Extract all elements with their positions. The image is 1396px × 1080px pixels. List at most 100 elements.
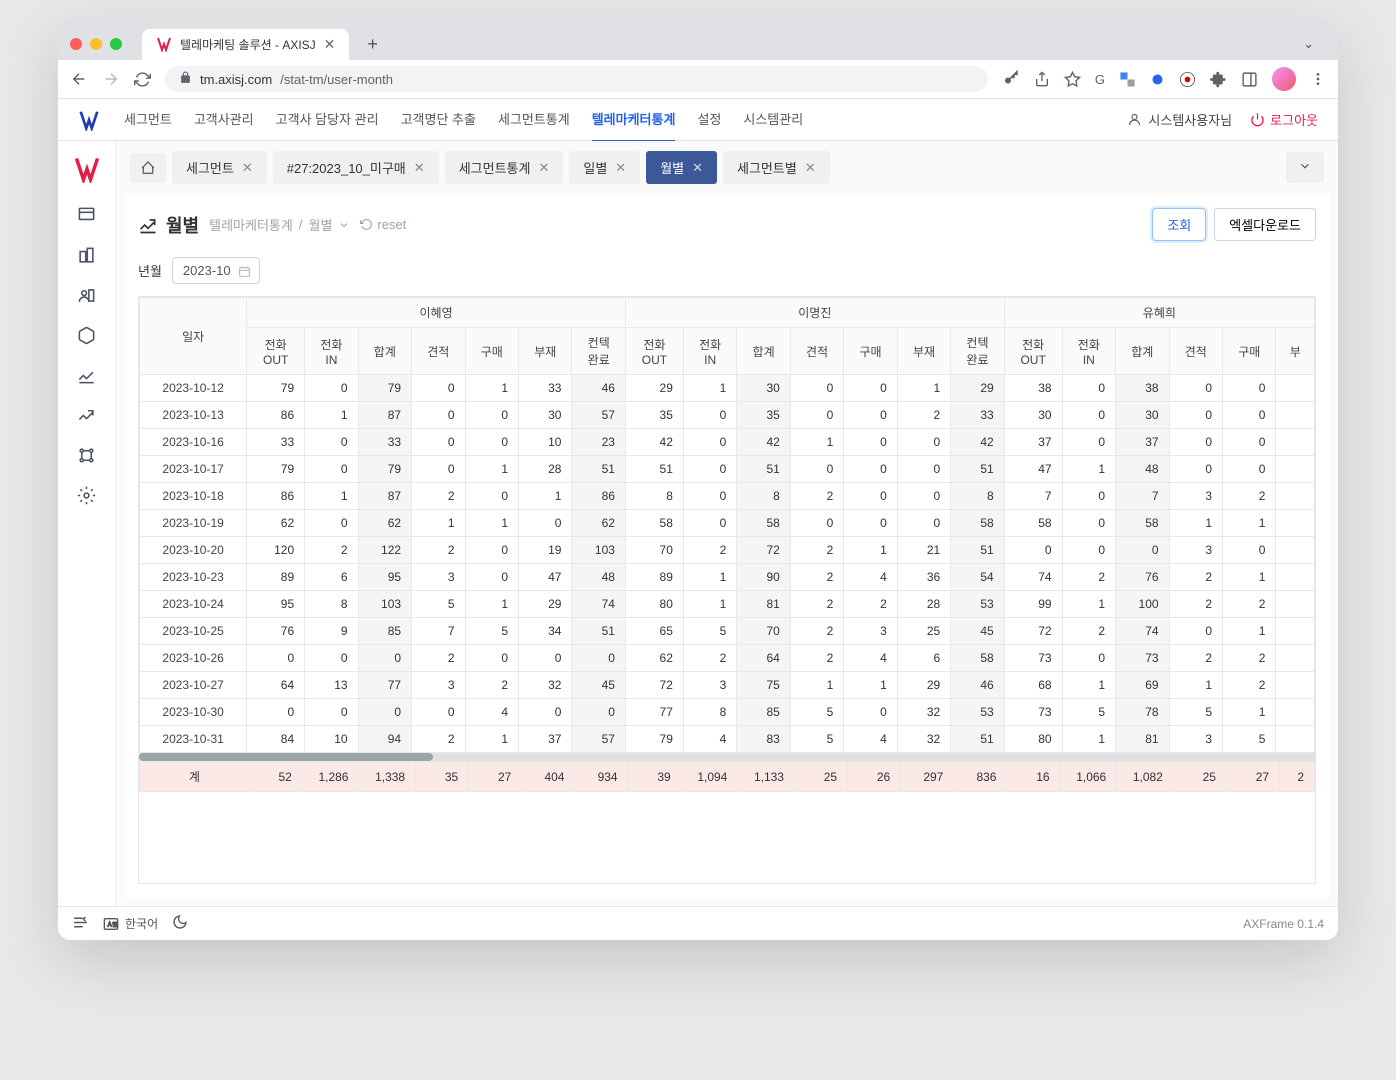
cell: 30 [519, 402, 572, 429]
profile-avatar[interactable] [1272, 67, 1296, 91]
cell: 1 [1169, 510, 1222, 537]
horizontal-scrollbar[interactable] [139, 753, 1315, 761]
nav-item-7[interactable]: 시스템관리 [743, 97, 803, 142]
table-row[interactable]: 2023-10-127907901334629130001293803800 [140, 375, 1315, 402]
table-row[interactable]: 2023-10-2389695304748891902436547427621 [140, 564, 1315, 591]
collapse-sidebar-button[interactable] [72, 914, 89, 934]
cell: 51 [625, 456, 683, 483]
cell: 2 [844, 591, 897, 618]
google-icon[interactable]: G [1095, 72, 1105, 87]
reload-button[interactable] [134, 71, 151, 88]
nav-item-2[interactable]: 고객사 담당자 관리 [276, 97, 379, 142]
sub-header: 전화 IN [305, 328, 358, 375]
sidebar-stats-icon[interactable] [69, 357, 105, 393]
extensions-icon[interactable] [1210, 71, 1227, 88]
worktab-0[interactable]: 세그먼트✕ [172, 151, 267, 184]
table-row[interactable]: 2023-10-26000200062264246587307322 [140, 645, 1315, 672]
worktab-1[interactable]: #27:2023_10_미구매✕ [273, 151, 439, 184]
table-row[interactable]: 2023-10-31841094213757794835432518018135 [140, 726, 1315, 753]
sidepanel-icon[interactable] [1241, 71, 1258, 88]
theme-toggle[interactable] [172, 914, 188, 933]
month-picker[interactable]: 2023-10 [172, 257, 260, 284]
sidebar-company-icon[interactable] [69, 237, 105, 273]
cell: 0 [683, 510, 736, 537]
close-icon[interactable]: ✕ [805, 160, 816, 176]
cell: 47 [1004, 456, 1062, 483]
worktab-3[interactable]: 일별✕ [569, 151, 640, 184]
cell: 0 [358, 699, 411, 726]
reset-button[interactable]: reset [360, 217, 406, 232]
cell: 47 [519, 564, 572, 591]
sidebar-tm-stats-icon[interactable] [69, 397, 105, 433]
user-info[interactable]: 시스템사용자님 [1127, 110, 1232, 129]
cell: 42 [737, 429, 790, 456]
table-row[interactable]: 2023-10-177907901285151051000514714800 [140, 456, 1315, 483]
table-row[interactable]: 2023-10-27641377323245723751129466816912 [140, 672, 1315, 699]
browser-menu-icon[interactable] [1310, 71, 1326, 87]
close-icon[interactable]: ✕ [615, 160, 626, 176]
share-icon[interactable] [1034, 71, 1050, 87]
cell: 2 [412, 726, 465, 753]
worktab-5[interactable]: 세그먼트별✕ [723, 151, 830, 184]
back-button[interactable] [70, 70, 88, 88]
new-tab-button[interactable]: + [357, 30, 388, 59]
address-bar[interactable]: tm.axisj.com/stat-tm/user-month [165, 66, 988, 92]
sidebar-settings-icon[interactable] [69, 437, 105, 473]
translate-icon[interactable] [1119, 71, 1136, 88]
language-icon: A한 [103, 916, 119, 932]
worktab-4[interactable]: 월별✕ [646, 151, 717, 184]
data-table[interactable]: 일자이혜영이명진유혜희전화 OUT전화 IN합계견적구매부재컨텍 완료전화 OU… [138, 296, 1316, 884]
close-icon[interactable]: ✕ [414, 160, 425, 176]
table-row[interactable]: 2023-10-300000400778855032537357851 [140, 699, 1315, 726]
sub-header: 전화 OUT [247, 328, 305, 375]
nav-item-1[interactable]: 고객사관리 [194, 97, 254, 142]
nav-item-5[interactable]: 텔레마케터통계 [592, 97, 676, 142]
tabs-menu-button[interactable]: ⌄ [1291, 32, 1326, 56]
table-row[interactable]: 2023-10-2576985753451655702325457227401 [140, 618, 1315, 645]
bookmark-icon[interactable] [1064, 71, 1081, 88]
query-button[interactable]: 조회 [1152, 208, 1206, 241]
cell: 35 [625, 402, 683, 429]
table-row[interactable]: 2023-10-188618720186808200870732 [140, 483, 1315, 510]
sidebar-system-icon[interactable] [69, 477, 105, 513]
close-icon[interactable]: ✕ [538, 160, 549, 176]
logout-button[interactable]: 로그아웃 [1250, 110, 1318, 129]
table-row[interactable]: 2023-10-24958103512974801812228539911002… [140, 591, 1315, 618]
nav-item-4[interactable]: 세그먼트통계 [498, 97, 570, 142]
nav-item-0[interactable]: 세그먼트 [124, 97, 172, 142]
cell: 0 [465, 402, 518, 429]
sidebar-extract-icon[interactable] [69, 317, 105, 353]
cell: 81 [737, 591, 790, 618]
sidebar-contacts-icon[interactable] [69, 277, 105, 313]
browser-tab[interactable]: 텔레마케팅 솔루션 - AXISJ ✕ [142, 29, 349, 60]
table-row[interactable]: 2023-10-20120212220191037027221215100030 [140, 537, 1315, 564]
table-row[interactable]: 2023-10-163303300102342042100423703700 [140, 429, 1315, 456]
window-controls[interactable] [70, 38, 122, 50]
table-row[interactable]: 2023-10-19620621106258058000585805811 [140, 510, 1315, 537]
cell: 42 [951, 429, 1004, 456]
close-icon[interactable]: ✕ [324, 36, 336, 53]
total-cell: 297 [901, 762, 954, 792]
language-switcher[interactable]: A한 한국어 [103, 915, 158, 932]
table-row[interactable]: 2023-10-138618700305735035002333003000 [140, 402, 1315, 429]
chevron-down-icon[interactable] [338, 219, 350, 231]
ext-icon-2[interactable] [1179, 71, 1196, 88]
breadcrumb-current[interactable]: 월별 [308, 215, 332, 234]
key-icon[interactable] [1002, 70, 1020, 88]
sidebar-segment-icon[interactable] [69, 197, 105, 233]
tabs-more-button[interactable] [1286, 152, 1324, 183]
group-2: 이명진 [625, 298, 1004, 328]
nav-item-6[interactable]: 설정 [697, 97, 721, 142]
close-icon[interactable]: ✕ [692, 160, 703, 176]
cell: 78 [1116, 699, 1169, 726]
forward-button[interactable] [102, 70, 120, 88]
close-icon[interactable]: ✕ [242, 160, 253, 176]
worktab-2[interactable]: 세그먼트통계✕ [445, 151, 564, 184]
breadcrumb-parent[interactable]: 텔레마케터통계 [209, 215, 293, 234]
cell [1276, 456, 1315, 483]
tab-home[interactable] [130, 153, 166, 183]
export-button[interactable]: 엑셀다운로드 [1214, 208, 1316, 241]
ext-icon-1[interactable] [1150, 72, 1165, 87]
cell: 2 [790, 483, 843, 510]
nav-item-3[interactable]: 고객명단 추출 [401, 97, 476, 142]
